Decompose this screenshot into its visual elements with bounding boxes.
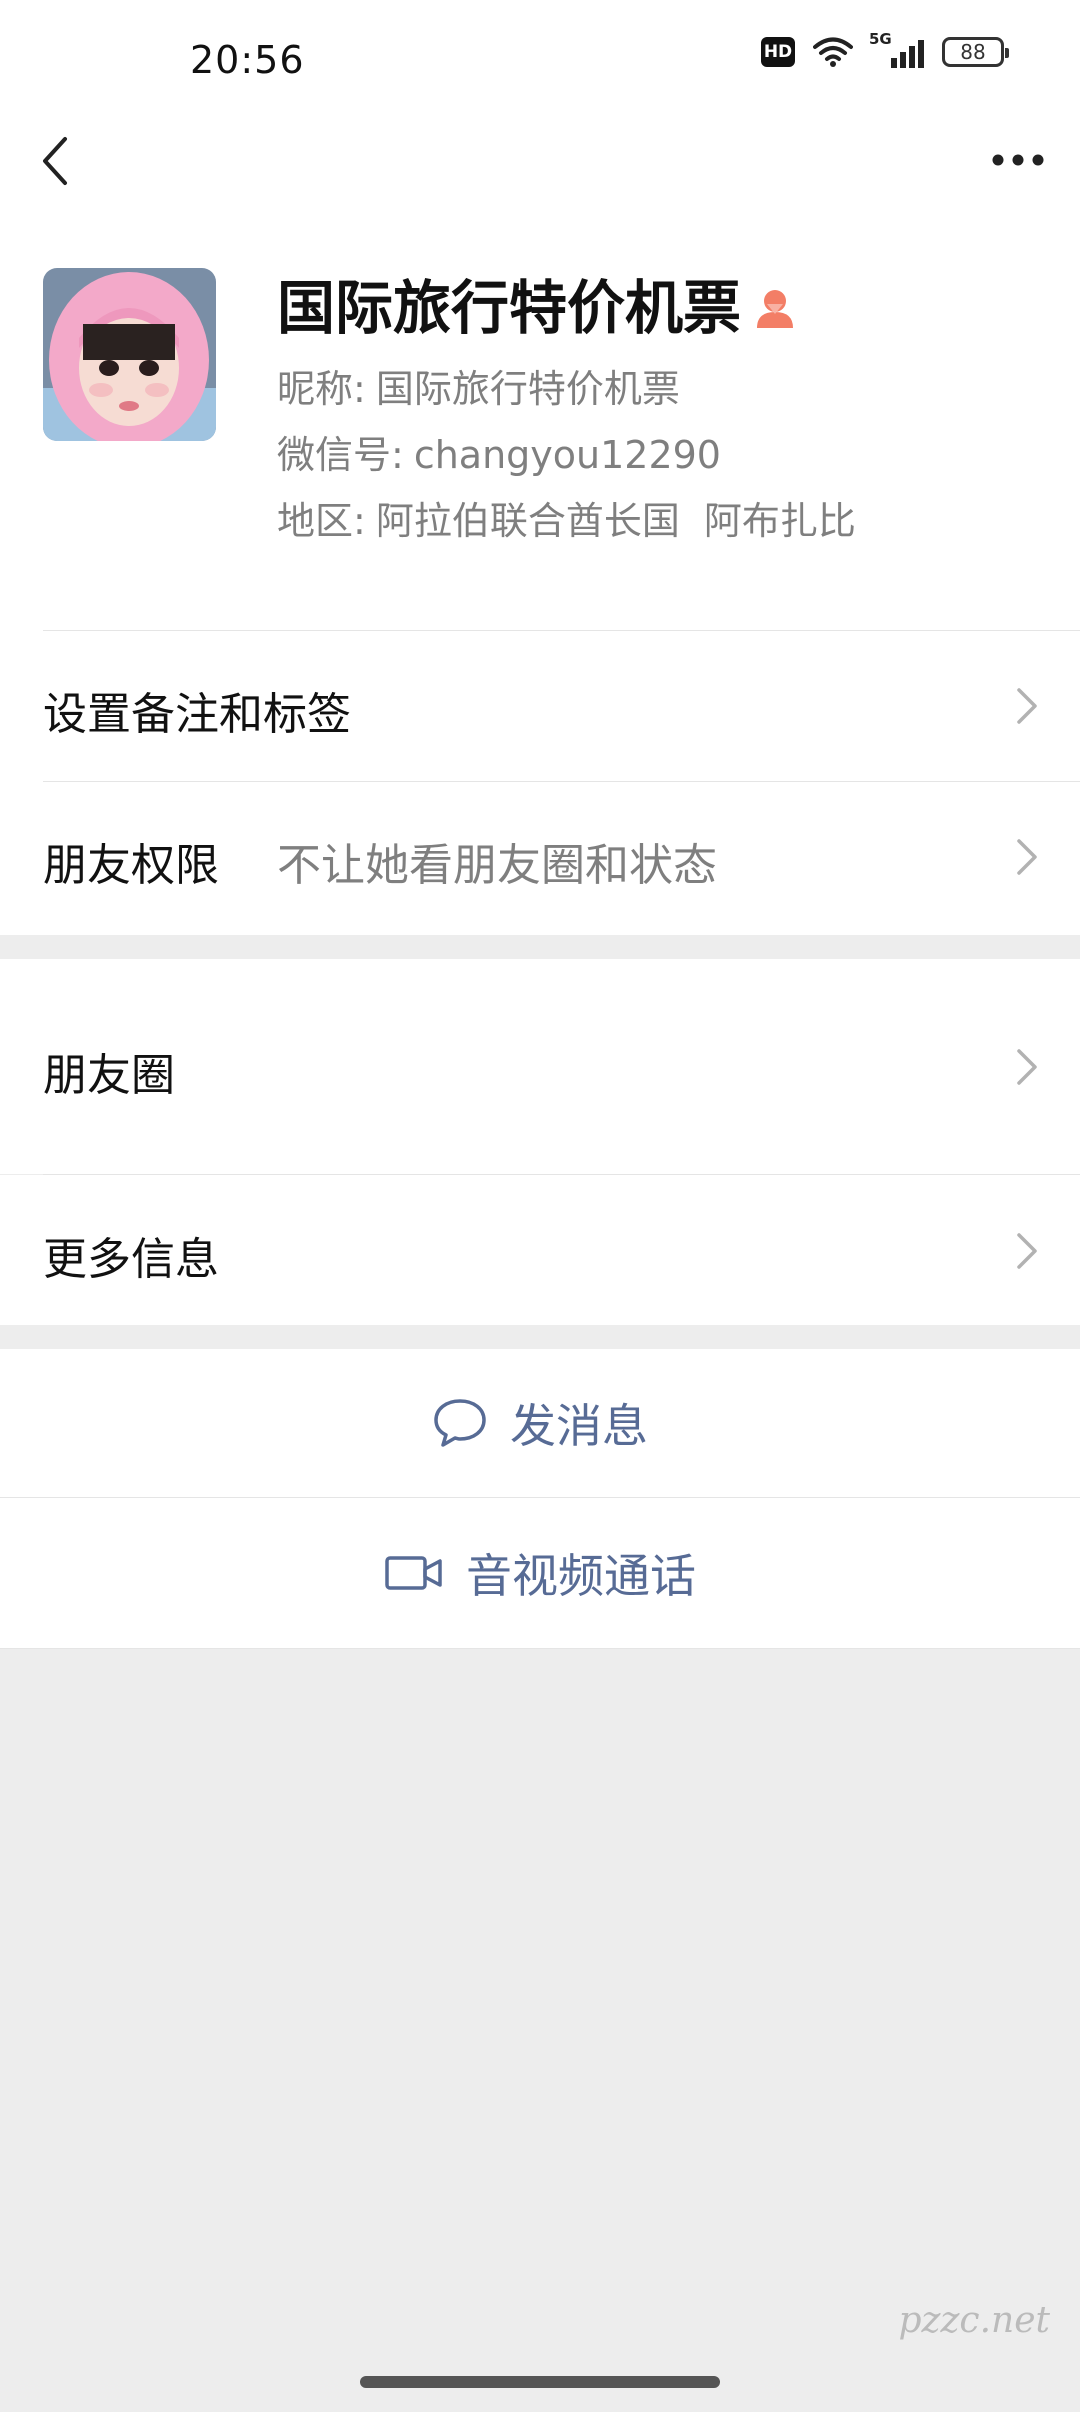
more-info-label: 更多信息 — [43, 1234, 219, 1285]
profile-name-row: 国际旅行特价机票 — [277, 272, 797, 344]
avatar-image — [43, 268, 216, 441]
region-line: 地区: 阿拉伯联合酋长国 阿布扎比 — [277, 490, 856, 545]
network-type-label: 5G — [869, 30, 892, 48]
chat-bubble-icon — [434, 1399, 486, 1447]
chevron-right-icon — [1017, 1049, 1037, 1085]
video-call-label: 音视频通话 — [466, 1549, 696, 1603]
status-time: 20:56 — [190, 38, 305, 82]
section-separator — [0, 935, 1080, 959]
moments-row[interactable]: 朋友圈 — [0, 959, 1080, 1174]
send-message-button[interactable]: 发消息 — [0, 1349, 1080, 1497]
more-horizontal-icon — [992, 154, 1044, 166]
friend-permission-label: 朋友权限 — [43, 840, 219, 891]
send-message-label: 发消息 — [510, 1399, 648, 1453]
nickname-value: 国际旅行特价机票 — [375, 367, 680, 411]
signal-icon: 5G — [869, 30, 924, 68]
region-country: 阿拉伯联合酋长国 — [375, 499, 680, 543]
nickname-label: 昵称: — [277, 367, 366, 411]
friend-permission-value: 不让她看朋友圈和状态 — [277, 840, 717, 891]
status-icons: HD 5G 88 — [761, 30, 1009, 68]
region-label: 地区: — [277, 499, 366, 543]
region-city: 阿布扎比 — [703, 499, 856, 543]
chevron-right-icon — [1017, 839, 1037, 875]
section-separator — [0, 1325, 1080, 1349]
video-call-button[interactable]: 音视频通话 — [0, 1498, 1080, 1648]
wechat-id-value: changyou12290 — [413, 433, 721, 477]
wechat-id-label: 微信号: — [277, 433, 404, 477]
friend-permission-row[interactable]: 朋友权限 不让她看朋友圈和状态 — [0, 782, 1080, 932]
battery-icon: 88 — [942, 37, 1009, 67]
battery-level: 88 — [960, 40, 986, 64]
chevron-right-icon — [1017, 688, 1037, 724]
divider — [0, 1648, 1080, 1649]
remark-tags-row[interactable]: 设置备注和标签 — [0, 631, 1080, 781]
wifi-icon — [813, 37, 853, 67]
female-icon — [757, 290, 794, 328]
moments-label: 朋友圈 — [43, 1050, 175, 1101]
chevron-right-icon — [1017, 1233, 1037, 1269]
avatar[interactable] — [43, 268, 216, 441]
wechat-id-line: 微信号: changyou12290 — [277, 424, 721, 479]
more-info-row[interactable]: 更多信息 — [0, 1175, 1080, 1325]
more-button[interactable] — [988, 140, 1048, 180]
home-indicator[interactable] — [360, 2376, 720, 2388]
remark-tags-label: 设置备注和标签 — [43, 689, 351, 740]
watermark: pzzc.net — [898, 2300, 1050, 2341]
hd-icon: HD — [761, 37, 795, 67]
profile-name: 国际旅行特价机票 — [277, 274, 742, 342]
video-camera-icon — [385, 1556, 442, 1590]
back-button[interactable] — [30, 128, 80, 194]
chevron-left-icon — [43, 137, 67, 185]
nickname-line: 昵称: 国际旅行特价机票 — [277, 358, 680, 413]
